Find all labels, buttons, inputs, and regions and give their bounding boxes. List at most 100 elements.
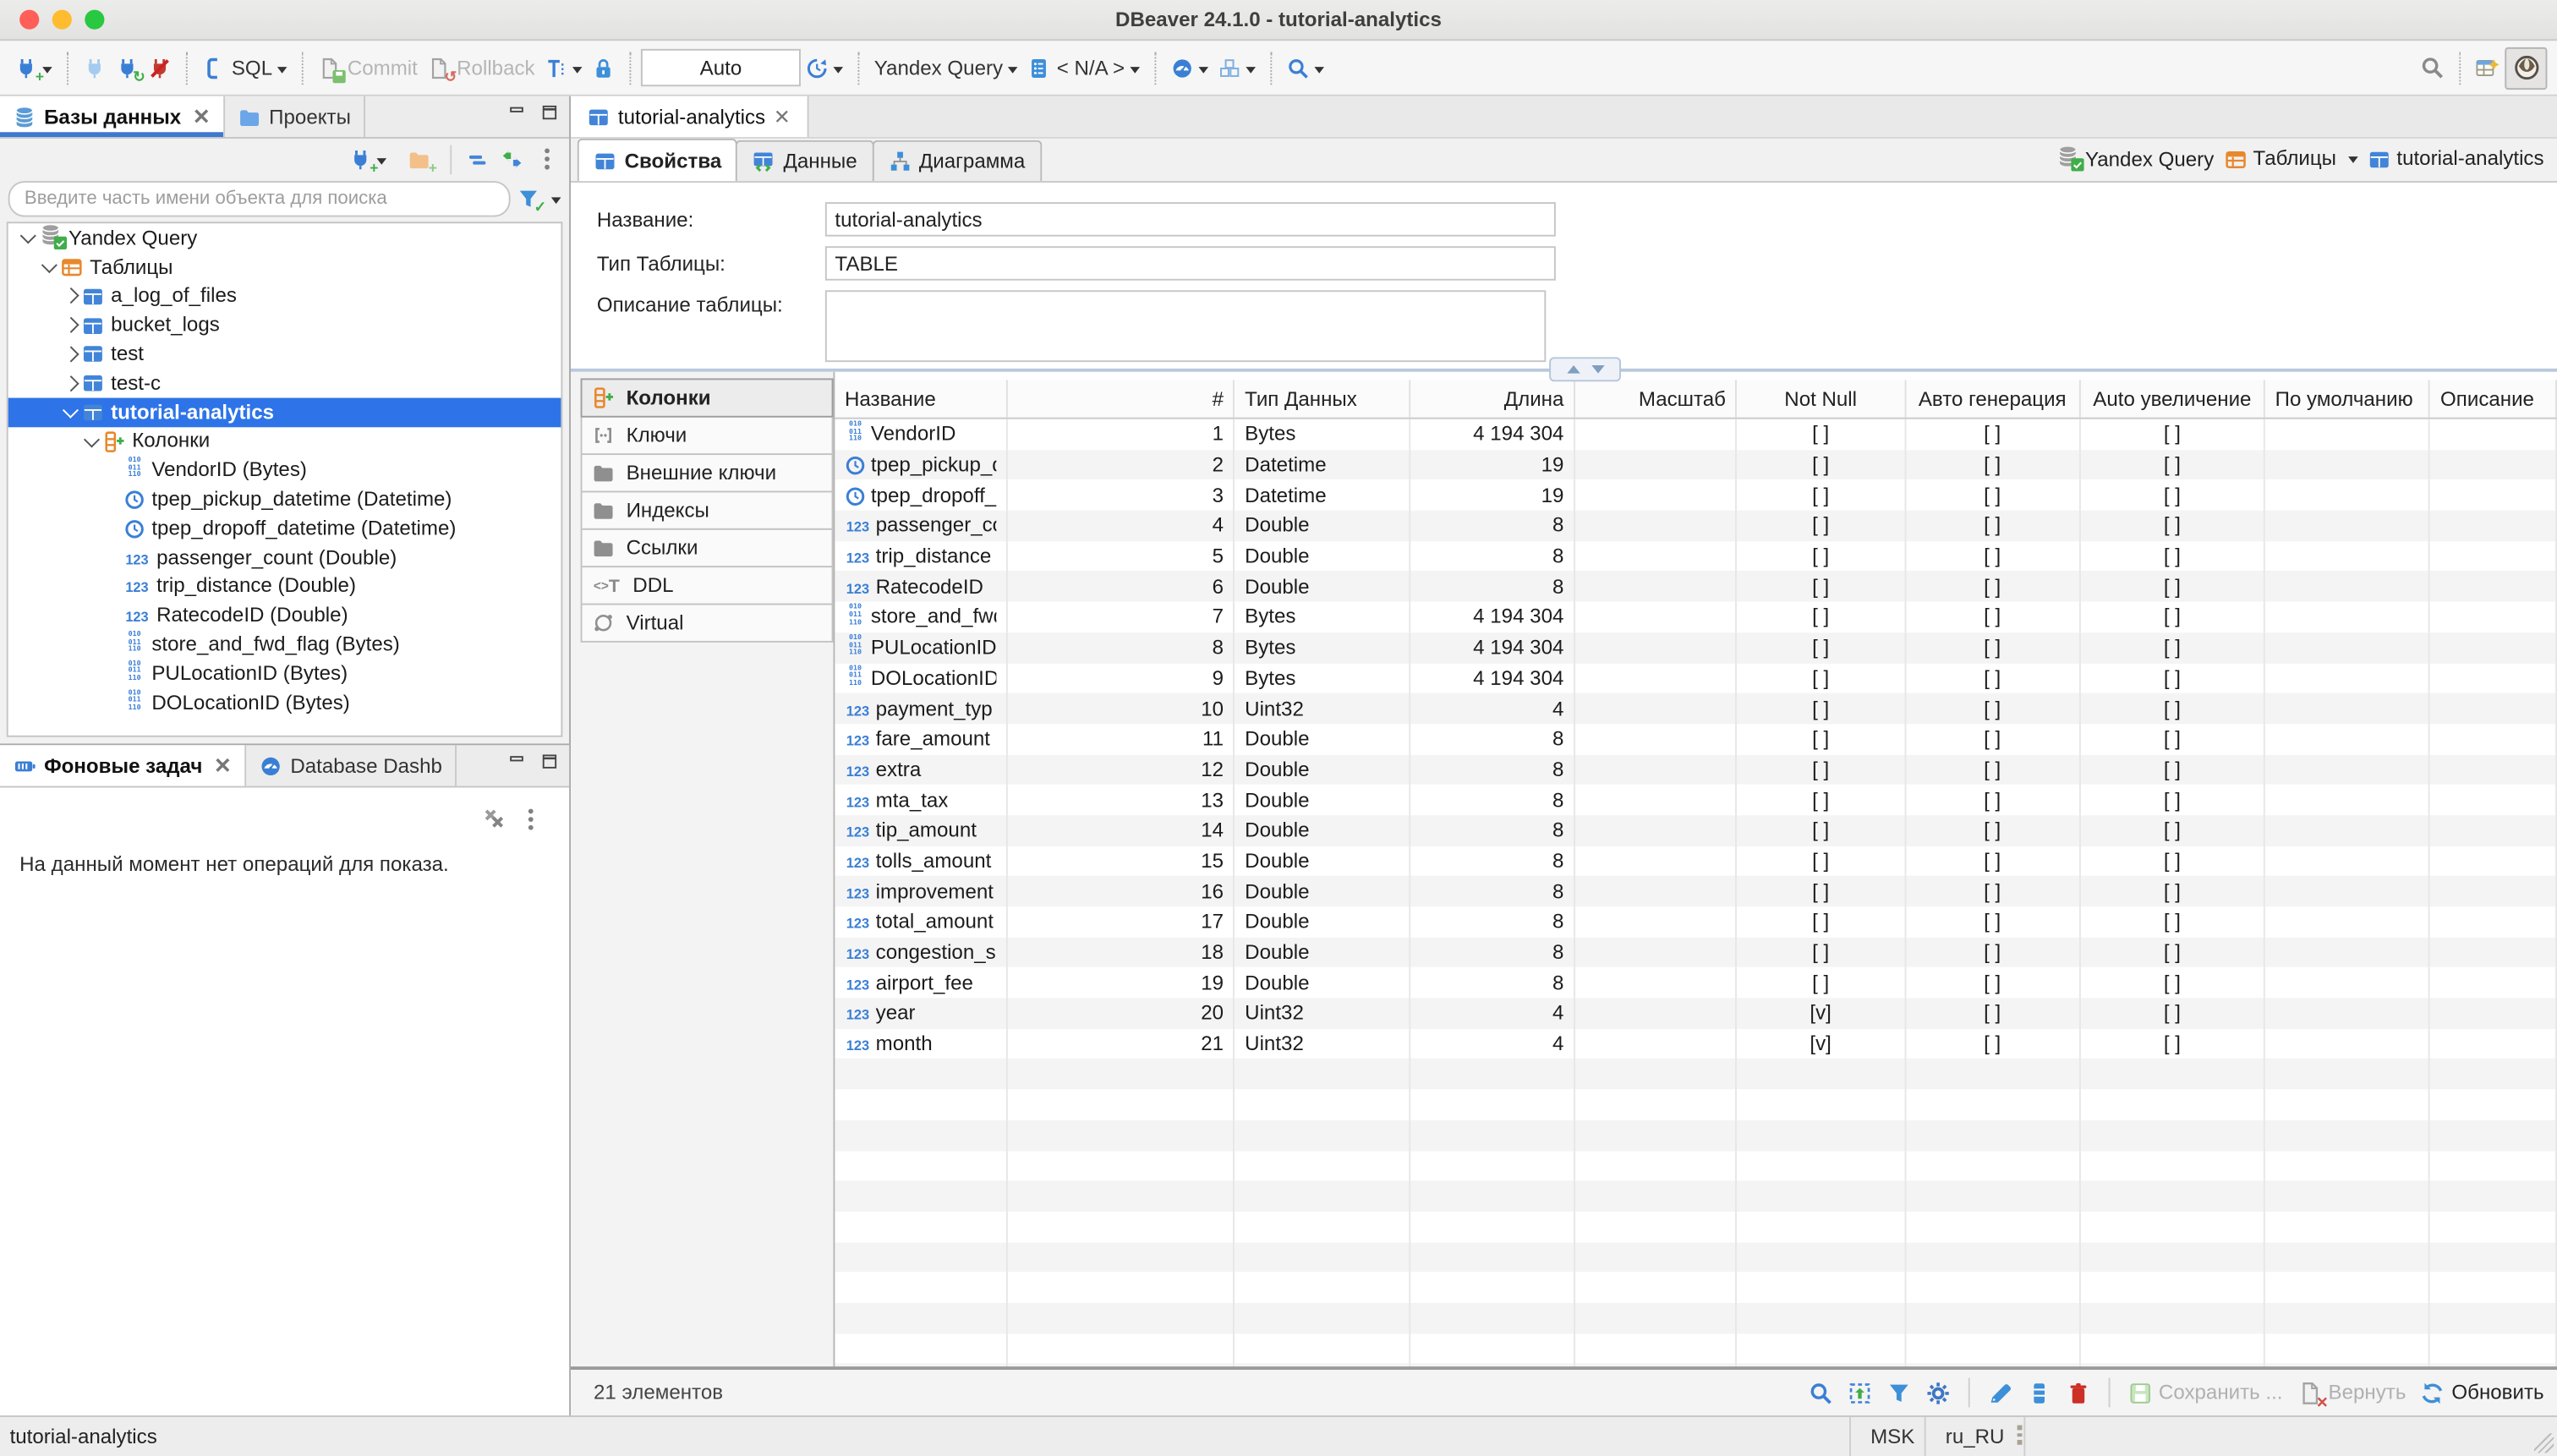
tree-item--[interactable]: Колонки: [8, 426, 561, 455]
save-button[interactable]: Сохранить ...: [2127, 1381, 2282, 1405]
open-perspective-button[interactable]: [2471, 47, 2505, 89]
column-header--[interactable]: Авто генерация: [1906, 380, 2081, 417]
collapse-down-icon[interactable]: [1591, 365, 1603, 380]
resize-grip[interactable]: [2534, 1433, 2554, 1453]
table-row-RatecodeID[interactable]: 123RatecodeID6Double8[ ][ ][ ]: [835, 572, 2557, 602]
new-connection-button[interactable]: +: [10, 47, 57, 89]
minimize-panel-icon[interactable]: [507, 102, 527, 122]
column-header-auto-[interactable]: Auto увеличение: [2081, 380, 2265, 417]
quick-search-button[interactable]: [2415, 47, 2450, 89]
add-column-icon[interactable]: [2027, 1381, 2051, 1405]
tree-item-tpep_dropoff_datetime-datetime-[interactable]: tpep_dropoff_datetime (Datetime): [8, 513, 561, 542]
tree-item-tutorial-analytics[interactable]: tutorial-analytics: [8, 397, 561, 426]
autocommit-combo[interactable]: Auto: [641, 49, 801, 86]
table-row-tolls_amount[interactable]: 123tolls_amount15Double8[ ][ ][ ]: [835, 846, 2557, 876]
section--[interactable]: Колонки: [581, 378, 834, 417]
section-virtual[interactable]: Virtual: [581, 604, 834, 643]
table-name-input[interactable]: [825, 202, 1556, 236]
tree-item--[interactable]: Таблицы: [8, 253, 561, 282]
column-header--[interactable]: Тип Данных: [1235, 380, 1410, 417]
table-row-congestion_s[interactable]: 123congestion_s18Double8[ ][ ][ ]: [835, 937, 2557, 967]
tree-item-passenger_count-double-[interactable]: 123passenger_count (Double): [8, 543, 561, 572]
search-menu-button[interactable]: [1281, 47, 1328, 89]
close-icon[interactable]: ✕: [193, 103, 211, 129]
refresh-button[interactable]: Обновить: [2421, 1381, 2544, 1405]
column-header--[interactable]: По умолчанию: [2265, 380, 2430, 417]
table-row-month[interactable]: 123month21Uint324[v][ ][ ]: [835, 1028, 2557, 1059]
tree-item-vendorid-bytes-[interactable]: 010011110VendorID (Bytes): [8, 456, 561, 484]
section--[interactable]: Ссылки: [581, 528, 834, 567]
search-icon[interactable]: [1808, 1381, 1832, 1405]
column-header--[interactable]: Название: [835, 380, 1008, 417]
table-row-PULocationID[interactable]: 010011110PULocationID8Bytes4 194 304[ ][…: [835, 632, 2557, 663]
subtab-диаграмма[interactable]: Диаграмма: [872, 140, 1042, 181]
table-description-input[interactable]: [825, 290, 1546, 362]
breadcrumb-tutorial-analytics[interactable]: tutorial-analytics: [2368, 147, 2544, 171]
tree-item-bucket_logs[interactable]: bucket_logs: [8, 310, 561, 339]
table-row-tpep_pickup_datetime[interactable]: tpep_pickup_datetime2Datetime19[ ][ ][ ]: [835, 450, 2557, 480]
tab-projects[interactable]: Проекты: [225, 96, 365, 137]
table-row-tpep_dropoff_datetime[interactable]: tpep_dropoff_datetime3Datetime19[ ][ ][ …: [835, 480, 2557, 511]
dashboard-button[interactable]: [1165, 47, 1213, 89]
revert-button[interactable]: ✕ Вернуть: [2297, 1381, 2406, 1405]
tree-item-trip_distance-double-[interactable]: 123trip_distance (Double): [8, 572, 561, 600]
object-search-input[interactable]: [8, 181, 511, 216]
table-row-extra[interactable]: 123extra12Double8[ ][ ][ ]: [835, 754, 2557, 785]
lock-button[interactable]: [587, 47, 620, 89]
tree-item-pulocationid-bytes-[interactable]: 010011110PULocationID (Bytes): [8, 659, 561, 687]
tab-databases[interactable]: Базы данных ✕: [0, 96, 225, 137]
connect-button[interactable]: [79, 47, 112, 89]
tree-item-tpep_pickup_datetime-datetime-[interactable]: tpep_pickup_datetime (Datetime): [8, 484, 561, 513]
table-type-input[interactable]: [825, 246, 1556, 280]
tree-item-store_and_fwd_flag-bytes-[interactable]: 010011110store_and_fwd_flag (Bytes): [8, 630, 561, 659]
table-row-year[interactable]: 123year20Uint324[v][ ][ ]: [835, 998, 2557, 1028]
breadcrumb-yandex-query[interactable]: Yandex Query: [2056, 145, 2214, 173]
active-schema-combo[interactable]: < N/A >: [1022, 47, 1144, 89]
edit-pencil-icon[interactable]: [1987, 1381, 2012, 1405]
close-icon[interactable]: ✕: [214, 753, 232, 779]
table-row-fare_amount[interactable]: 123fare_amount11Double8[ ][ ][ ]: [835, 724, 2557, 754]
column-header--[interactable]: Длина: [1410, 380, 1574, 417]
transaction-mode-button[interactable]: [539, 47, 587, 89]
disconnect-button[interactable]: [144, 47, 177, 89]
tree-item-yandex-query[interactable]: Yandex Query: [8, 223, 561, 252]
close-icon[interactable]: ✕: [774, 104, 791, 129]
tree-item-dolocationid-bytes-[interactable]: 010011110DOLocationID (Bytes): [8, 687, 561, 716]
gear-icon[interactable]: [1925, 1381, 1950, 1405]
refresh-config-icon[interactable]: [1848, 1381, 1872, 1405]
clear-terminated-icon[interactable]: [483, 807, 506, 830]
column-header--[interactable]: Масштаб: [1575, 380, 1738, 417]
breadcrumb--[interactable]: Таблицы: [2224, 147, 2357, 171]
table-row-store_and_fwd_flag[interactable]: 010011110store_and_fwd_flag7Bytes4 194 3…: [835, 602, 2557, 632]
column-header-not-null[interactable]: Not Null: [1738, 380, 1906, 417]
subtab-данные[interactable]: Данные: [736, 140, 873, 181]
table-row-DOLocationID[interactable]: 010011110DOLocationID9Bytes4 194 304[ ][…: [835, 663, 2557, 693]
dbeaver-perspective-button[interactable]: [2505, 47, 2547, 89]
table-row-mta_tax[interactable]: 123mta_tax13Double8[ ][ ][ ]: [835, 785, 2557, 815]
transaction-log-button[interactable]: [801, 47, 848, 89]
active-connection-combo[interactable]: Yandex Query: [869, 47, 1022, 89]
compare-button[interactable]: [1213, 47, 1260, 89]
table-row-improvement[interactable]: 123improvement16Double8[ ][ ][ ]: [835, 876, 2557, 906]
tree-item-ratecodeid-double-[interactable]: 123RatecodeID (Double): [8, 600, 561, 629]
locale-indicator[interactable]: ru_RU: [1925, 1417, 2026, 1456]
tree-item-test[interactable]: test: [8, 340, 561, 369]
new-connection-small-button[interactable]: +: [344, 138, 391, 180]
tab-database-dashboard[interactable]: Database Dashb: [246, 745, 457, 785]
collapse-all-icon[interactable]: [467, 148, 490, 171]
view-menu-icon[interactable]: [528, 816, 534, 821]
splitter-control[interactable]: [1549, 357, 1621, 381]
maximize-panel-icon[interactable]: [539, 102, 559, 122]
section--[interactable]: Индексы: [581, 490, 834, 529]
table-row-payment_typ[interactable]: 123payment_typ10Uint324[ ][ ][ ]: [835, 693, 2557, 724]
editor-tab-tutorial-analytics[interactable]: tutorial-analytics ✕: [571, 96, 808, 137]
section--[interactable]: Внешние ключи: [581, 453, 834, 492]
new-folder-button[interactable]: +: [402, 138, 435, 180]
filter-button[interactable]: ✓: [517, 188, 539, 211]
timezone-indicator[interactable]: MSK: [1849, 1417, 1934, 1456]
tree-item-test-c[interactable]: test-c: [8, 369, 561, 397]
table-row-VendorID[interactable]: 010011110VendorID1Bytes4 194 304[ ][ ][ …: [835, 419, 2557, 450]
collapse-up-icon[interactable]: [1566, 359, 1579, 373]
reconnect-button[interactable]: ↻: [111, 47, 144, 89]
view-menu-icon[interactable]: [545, 156, 550, 161]
